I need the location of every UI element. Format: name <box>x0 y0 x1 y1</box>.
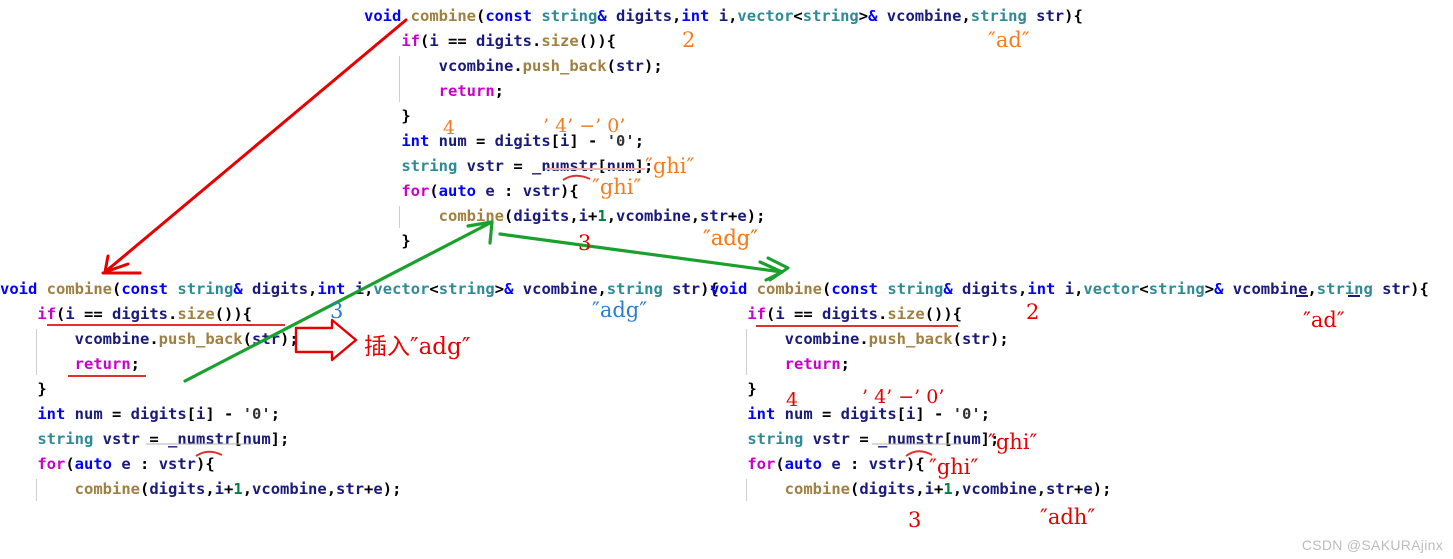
watermark: CSDN @SAKURAjinx <box>1301 537 1443 553</box>
insert-arrow-marker <box>294 318 358 362</box>
green-arrow-left-to-top <box>183 220 494 383</box>
red-underline-marks <box>47 168 1360 457</box>
red-arrow-top-to-left <box>101 18 408 275</box>
annotation-overlay <box>47 18 1360 457</box>
green-arrow-top-to-right <box>498 232 790 282</box>
